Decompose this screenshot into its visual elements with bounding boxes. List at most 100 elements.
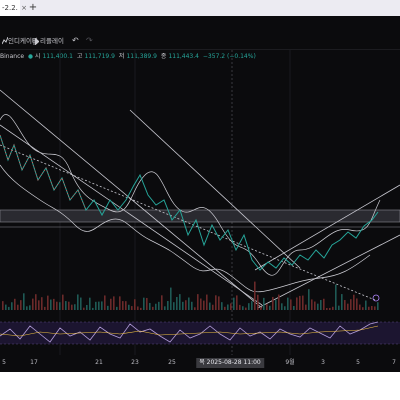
volume-bar	[326, 307, 328, 310]
volume-bar	[53, 298, 55, 310]
volume-bar	[152, 306, 154, 310]
time-tick: 25	[168, 359, 176, 366]
volume-bar	[107, 305, 109, 310]
descending-channel[interactable]	[0, 89, 376, 309]
browser-tab-bar: -2.2. × +	[0, 0, 400, 16]
volume-bar	[377, 302, 379, 310]
chart-toolbar: 인디케이터 리플레이 ↶ ↷	[0, 33, 400, 50]
volume-bar	[332, 306, 334, 310]
volume-bar	[50, 299, 52, 310]
time-tick: 23	[131, 359, 139, 366]
volume-bar	[308, 289, 310, 310]
close-tab-icon[interactable]: ×	[20, 0, 28, 16]
volume-bar	[59, 302, 61, 310]
volume-bar	[2, 301, 4, 310]
volume-bar	[95, 301, 97, 310]
volume-bar	[155, 303, 157, 310]
volume-bar	[113, 296, 115, 310]
volume-bar	[80, 297, 82, 310]
volume-bar	[92, 307, 94, 310]
volume-bar	[287, 297, 289, 310]
volume-bar	[311, 299, 313, 310]
volume-bar	[122, 301, 124, 310]
volume-bar	[170, 287, 172, 310]
volume-bar	[77, 294, 79, 310]
volume-bar	[194, 307, 196, 310]
alert-marker-icon[interactable]	[372, 294, 380, 302]
volume-bar	[329, 307, 331, 310]
volume-bar	[251, 301, 253, 310]
volume-bar	[101, 301, 103, 310]
time-tick: 17	[30, 359, 38, 366]
volume-bar	[317, 303, 319, 310]
volume-bar	[200, 298, 202, 310]
volume-bar	[248, 303, 250, 310]
volume-bar	[356, 298, 358, 310]
volume-bar	[47, 295, 49, 310]
volume-bar	[68, 301, 70, 310]
volume-bar	[137, 306, 139, 310]
replay-icon	[33, 38, 39, 45]
volume-bar	[110, 298, 112, 310]
page-footer-blank	[0, 372, 400, 400]
volume-bar	[239, 304, 241, 310]
volume-bar	[134, 299, 136, 310]
time-axis[interactable]: 5 17 21 23 25 목 2025-08-28 11:00 9월 3 5 …	[0, 355, 400, 371]
volume-bar	[38, 300, 40, 310]
volume-bar	[344, 300, 346, 310]
volume-bar	[218, 296, 220, 310]
volume-bar	[338, 305, 340, 310]
volume-bar	[212, 304, 214, 310]
volume-bar	[365, 300, 367, 310]
replay-button[interactable]: 리플레이	[40, 33, 64, 49]
price-wick-overlay	[0, 134, 87, 211]
time-tick: 9월	[285, 359, 295, 366]
volume-bar	[227, 304, 229, 310]
volume-bar	[269, 305, 271, 310]
volume-bar	[89, 297, 91, 310]
time-tick: 3	[321, 359, 325, 366]
volume-bar	[62, 294, 64, 310]
volume-bar	[98, 301, 100, 310]
bollinger-bands	[0, 114, 381, 293]
volume-bar	[26, 306, 28, 310]
volume-bar	[290, 299, 292, 310]
volume-bar	[209, 302, 211, 310]
volume-bar	[293, 306, 295, 310]
volume-bar	[302, 295, 304, 310]
volume-bar	[296, 297, 298, 310]
volume-bar	[35, 294, 37, 310]
volume-bar	[41, 297, 43, 310]
new-tab-button[interactable]: +	[28, 0, 38, 16]
volume-bar	[374, 306, 376, 310]
volume-bar	[191, 301, 193, 310]
volume-bar	[224, 306, 226, 310]
volume-bar	[350, 299, 352, 310]
volume-bar	[23, 293, 25, 310]
volume-bar	[44, 306, 46, 310]
volume-bar	[299, 295, 301, 310]
volume-bar	[266, 304, 268, 310]
rsi-panel[interactable]	[0, 314, 400, 354]
volume-bar	[188, 297, 190, 310]
volume-bar	[104, 295, 106, 310]
volume-bar	[131, 306, 133, 310]
redo-icon[interactable]: ↷	[86, 33, 93, 49]
volume-bar	[119, 296, 121, 310]
volume-bar	[5, 304, 7, 310]
volume-bar	[146, 297, 148, 310]
volume-bar	[74, 304, 76, 310]
browser-tab[interactable]: -2.2.	[0, 0, 20, 16]
volume-bar	[185, 300, 187, 310]
volume-bar	[179, 294, 181, 310]
volume-bar	[140, 307, 142, 310]
volume-bar	[305, 304, 307, 310]
volume-bar	[215, 295, 217, 310]
volume-bar	[32, 298, 34, 310]
price-chart[interactable]	[0, 50, 400, 355]
undo-icon[interactable]: ↶	[72, 33, 79, 49]
volume-bar	[341, 294, 343, 310]
price-line	[0, 134, 379, 271]
volume-bar	[278, 294, 280, 310]
time-tick: 5	[356, 359, 360, 366]
